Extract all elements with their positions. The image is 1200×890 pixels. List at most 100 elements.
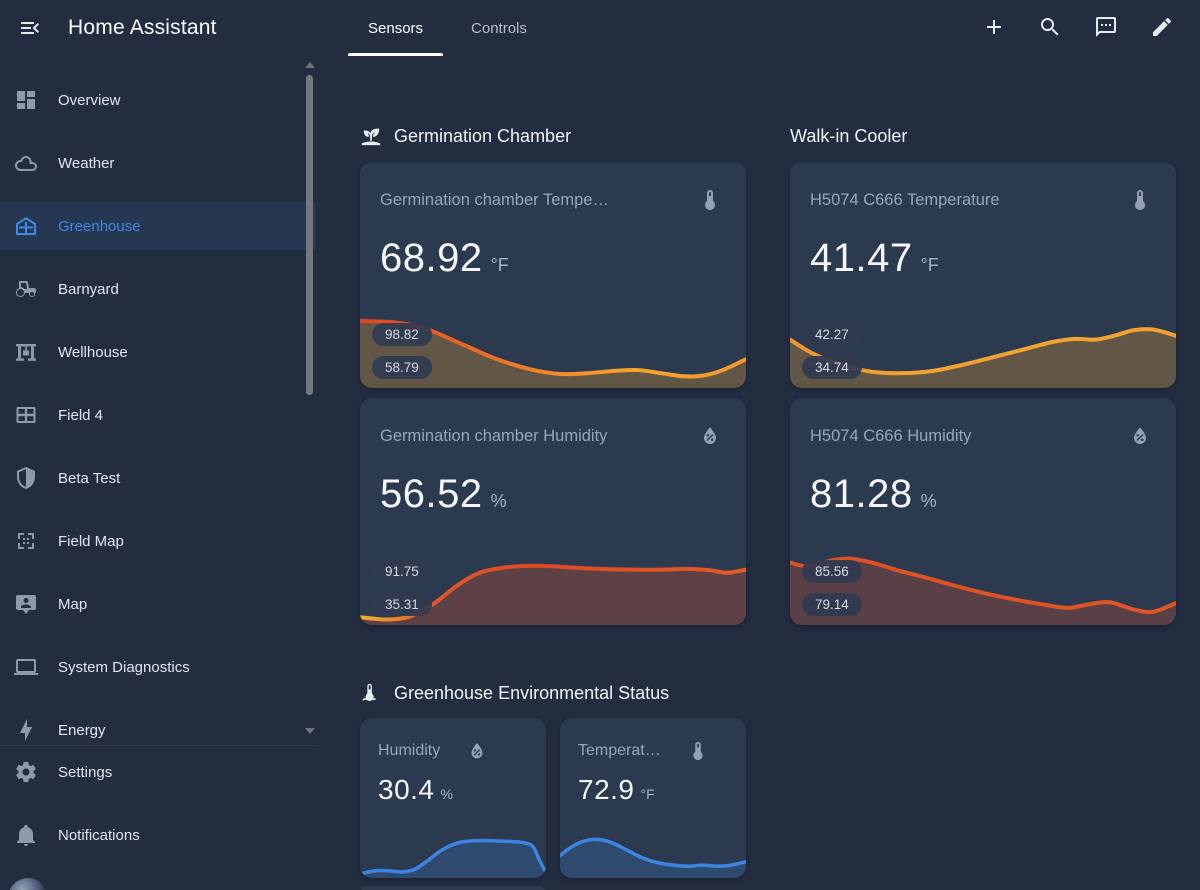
sidebar-item-beta-test[interactable]: Beta Test bbox=[0, 454, 316, 502]
water-percent-icon bbox=[1128, 424, 1152, 448]
history-graph bbox=[560, 822, 746, 878]
lightning-icon bbox=[14, 718, 38, 742]
sidebar-footer: Settings Notifications RG25 Admin bbox=[0, 745, 316, 890]
sidebar-item-field-4[interactable]: Field 4 bbox=[0, 391, 316, 439]
sidebar-item-weather[interactable]: Weather bbox=[0, 139, 316, 187]
sensor-card-env-humidity[interactable]: Humidity 30.4 % bbox=[360, 718, 546, 878]
sidebar-item-label: Overview bbox=[58, 92, 121, 109]
sprout-icon bbox=[360, 125, 382, 147]
sensor-reading: 30.4 % bbox=[360, 774, 546, 806]
card-title: H5074 C666 Humidity bbox=[810, 427, 1128, 446]
sidebar-item-overview[interactable]: Overview bbox=[0, 76, 316, 124]
sidebar-item-system-diagnostics[interactable]: System Diagnostics bbox=[0, 643, 316, 691]
tab-controls[interactable]: Controls bbox=[447, 0, 551, 56]
sensor-value: 81.28 bbox=[810, 472, 913, 517]
search-button[interactable] bbox=[1022, 4, 1078, 52]
scroll-down-arrow-icon[interactable] bbox=[305, 728, 315, 734]
max-badge: 85.56 bbox=[802, 560, 862, 583]
water-percent-icon bbox=[698, 424, 722, 448]
sensor-card-cooler-humidity[interactable]: H5074 C666 Humidity 81.28 % 85.56 79.14 bbox=[790, 398, 1176, 625]
sidebar-item-field-map[interactable]: Field Map bbox=[0, 517, 316, 565]
sparkline bbox=[560, 822, 746, 878]
grid-icon bbox=[14, 403, 38, 427]
sidebar-item-notifications[interactable]: Notifications bbox=[0, 811, 316, 859]
history-graph: 85.56 79.14 bbox=[790, 547, 1176, 625]
sidebar-item-greenhouse[interactable]: Greenhouse bbox=[0, 202, 316, 250]
tractor-icon bbox=[14, 277, 38, 301]
sensor-value: 30.4 bbox=[378, 774, 435, 806]
thermometer-icon bbox=[1128, 188, 1152, 212]
sensor-card-cooler-temperature[interactable]: H5074 C666 Temperature 41.47 °F 42.27 34… bbox=[790, 162, 1176, 388]
sensor-value: 56.52 bbox=[380, 472, 483, 517]
sidebar-item-map[interactable]: Map bbox=[0, 580, 316, 628]
sensor-reading: 81.28 % bbox=[790, 472, 1176, 517]
sidebar-item-energy[interactable]: Energy bbox=[0, 706, 316, 748]
section-title: Greenhouse Environmental Status bbox=[394, 683, 669, 704]
sensor-value: 68.92 bbox=[380, 236, 483, 281]
scrollbar-thumb[interactable] bbox=[306, 75, 313, 395]
sensor-card-germination-temperature[interactable]: Germination chamber Tempe… 68.92 °F 98.8… bbox=[360, 162, 746, 388]
scan-icon bbox=[14, 529, 38, 553]
card-title: Germination chamber Tempe… bbox=[380, 191, 698, 210]
user-avatar bbox=[8, 878, 48, 890]
tab-sensors[interactable]: Sensors bbox=[344, 0, 447, 56]
sidebar-item-label: Wellhouse bbox=[58, 344, 128, 361]
min-badge: 79.14 bbox=[802, 593, 862, 616]
sidebar-item-label: Energy bbox=[58, 722, 106, 739]
well-icon bbox=[14, 340, 38, 364]
sidebar-toggle-button[interactable] bbox=[6, 4, 54, 52]
sidebar-item-settings[interactable]: Settings bbox=[0, 748, 316, 796]
shield-icon bbox=[14, 466, 38, 490]
max-badge: 42.27 bbox=[802, 323, 862, 346]
user-profile[interactable]: RG25 Admin bbox=[0, 874, 316, 890]
sidebar-item-label: Barnyard bbox=[58, 281, 119, 298]
sensor-card-env-temperature[interactable]: Temperat… 72.9 °F bbox=[560, 718, 746, 878]
thermometer-water-icon bbox=[360, 682, 382, 704]
plus-icon bbox=[982, 15, 1006, 42]
sidebar-item-label: Notifications bbox=[58, 827, 140, 844]
history-graph: 91.75 35.31 bbox=[360, 547, 746, 625]
edit-dashboard-button[interactable] bbox=[1134, 4, 1190, 52]
sidebar-item-label: System Diagnostics bbox=[58, 659, 190, 676]
app-window: Home Assistant SensorsControls Overview W… bbox=[0, 0, 1200, 890]
sensor-unit: % bbox=[921, 491, 937, 512]
sidebar-item-barnyard[interactable]: Barnyard bbox=[0, 265, 316, 313]
laptop-icon bbox=[14, 655, 38, 679]
sidebar-item-label: Settings bbox=[58, 764, 112, 781]
pencil-icon bbox=[1150, 15, 1174, 42]
sensor-card-germination-humidity[interactable]: Germination chamber Humidity 56.52 % 91.… bbox=[360, 398, 746, 625]
sensor-reading: 68.92 °F bbox=[360, 236, 746, 281]
history-graph: 42.27 34.74 bbox=[790, 310, 1176, 388]
scroll-up-arrow-icon[interactable] bbox=[305, 62, 315, 68]
water-percent-icon bbox=[466, 740, 488, 762]
cog-icon bbox=[14, 760, 38, 784]
sensor-reading: 41.47 °F bbox=[790, 236, 1176, 281]
cloud-icon bbox=[14, 151, 38, 175]
sidebar-item-label: Field 4 bbox=[58, 407, 103, 424]
environment-cards-row: Humidity 30.4 % Temperat… bbox=[360, 718, 746, 878]
max-badge: 91.75 bbox=[372, 560, 432, 583]
sensor-unit: °F bbox=[491, 255, 509, 276]
sparkline bbox=[360, 822, 546, 878]
account-map-icon bbox=[14, 592, 38, 616]
bell-icon bbox=[14, 823, 38, 847]
sensor-unit: °F bbox=[641, 786, 655, 802]
sidebar-item-label: Beta Test bbox=[58, 470, 120, 487]
topbar: Home Assistant SensorsControls bbox=[0, 0, 1200, 56]
sidebar-item-label: Map bbox=[58, 596, 87, 613]
add-button[interactable] bbox=[966, 4, 1022, 52]
magnify-icon bbox=[1038, 15, 1062, 42]
sensor-unit: % bbox=[491, 491, 507, 512]
sensor-value: 41.47 bbox=[810, 236, 913, 281]
sensor-unit: % bbox=[441, 786, 453, 802]
history-graph bbox=[360, 822, 546, 878]
dashboard-icon bbox=[14, 88, 38, 112]
section-header-environmental-status: Greenhouse Environmental Status bbox=[360, 680, 746, 706]
assist-button[interactable] bbox=[1078, 4, 1134, 52]
sidebar-item-wellhouse[interactable]: Wellhouse bbox=[0, 328, 316, 376]
max-badge: 98.82 bbox=[372, 323, 432, 346]
sensor-value: 72.9 bbox=[578, 774, 635, 806]
column-right: Walk-in Cooler H5074 C666 Temperature 41… bbox=[790, 56, 1176, 890]
sidebar-scrollbar[interactable] bbox=[303, 56, 316, 745]
thermometer-icon bbox=[698, 188, 722, 212]
